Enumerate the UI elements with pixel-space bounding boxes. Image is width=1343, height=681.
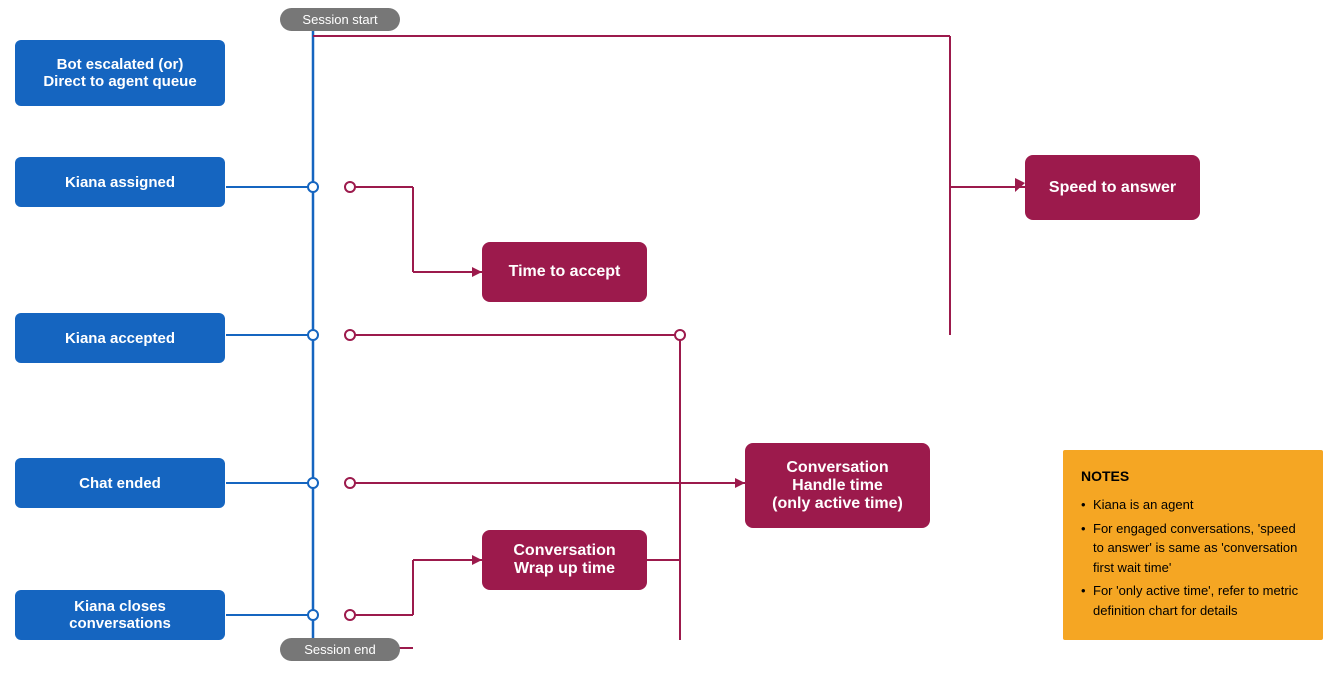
diagram-container: Session start Session end Bot escalated …	[0, 0, 1343, 681]
metric-time-to-accept: Time to accept	[482, 242, 647, 302]
event-chat-ended: Chat ended	[15, 458, 225, 508]
metric-speed-to-answer: Speed to answer	[1025, 155, 1200, 220]
notes-title: NOTES	[1081, 466, 1305, 487]
notes-list: Kiana is an agent For engaged conversati…	[1081, 495, 1305, 620]
event-bot-escalated: Bot escalated (or) Direct to agent queue	[15, 40, 225, 106]
notes-box: NOTES Kiana is an agent For engaged conv…	[1063, 450, 1323, 640]
event-kiana-assigned: Kiana assigned	[15, 157, 225, 207]
notes-item-1: Kiana is an agent	[1081, 495, 1305, 515]
metric-conversation-wrap: Conversation Wrap up time	[482, 530, 647, 590]
metric-conversation-handle: Conversation Handle time (only active ti…	[745, 443, 930, 528]
session-end-label: Session end	[280, 638, 400, 661]
event-kiana-accepted: Kiana accepted	[15, 313, 225, 363]
notes-item-3: For 'only active time', refer to metric …	[1081, 581, 1305, 620]
session-start-label: Session start	[280, 8, 400, 31]
event-kiana-closes: Kiana closes conversations	[15, 590, 225, 640]
notes-item-2: For engaged conversations, 'speed to ans…	[1081, 519, 1305, 578]
